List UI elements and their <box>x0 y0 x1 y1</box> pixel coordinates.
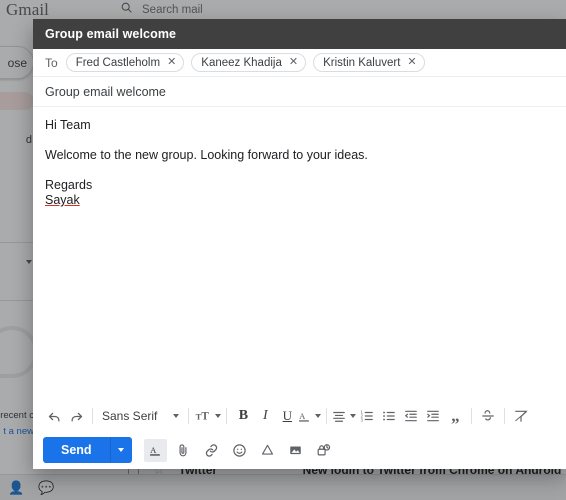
recipient-chip[interactable]: Kristin Kaluvert ✕ <box>313 53 425 72</box>
svg-text:A: A <box>299 411 306 421</box>
close-icon[interactable]: ✕ <box>407 57 416 68</box>
send-button-group: Send <box>43 437 132 463</box>
recipient-chip-label: Kaneez Khadija <box>201 56 282 69</box>
send-options-button[interactable] <box>110 437 132 463</box>
formatting-toolbar: Sans Serif T T B I U A 1 2 3 „ <box>33 401 566 431</box>
paperclip-icon[interactable] <box>172 439 195 462</box>
recipient-chip-label: Kristin Kaluvert <box>323 56 401 69</box>
font-size-selector[interactable]: T T <box>194 405 222 427</box>
font-family-label: Sans Serif <box>102 409 158 423</box>
recipient-chip[interactable]: Fred Castleholm ✕ <box>65 53 185 72</box>
svg-text:T: T <box>196 412 202 422</box>
bulleted-list-icon[interactable] <box>378 405 400 427</box>
italic-button[interactable]: I <box>254 405 276 427</box>
confidential-lock-icon[interactable] <box>312 439 335 462</box>
send-button[interactable]: Send <box>43 437 111 463</box>
compose-tools: A <box>143 438 335 462</box>
align-button[interactable] <box>332 405 357 427</box>
indent-less-icon[interactable] <box>400 405 422 427</box>
compose-title: Group email welcome <box>45 27 177 41</box>
google-drive-icon[interactable] <box>256 439 279 462</box>
chevron-down-icon <box>215 414 222 418</box>
image-icon[interactable] <box>284 439 307 462</box>
quote-icon[interactable]: „ <box>444 405 466 427</box>
body-paragraph: Welcome to the new group. Looking forwar… <box>45 148 368 162</box>
svg-text:A: A <box>150 445 157 455</box>
text-color-button[interactable]: A <box>298 405 322 427</box>
recipient-chip[interactable]: Kaneez Khadija ✕ <box>191 53 307 72</box>
redo-icon[interactable] <box>65 405 87 427</box>
remove-format-icon[interactable] <box>510 405 532 427</box>
strikethrough-icon[interactable] <box>477 405 499 427</box>
chevron-down-icon <box>315 414 322 418</box>
toolbar-divider <box>326 408 328 424</box>
bold-button[interactable]: B <box>232 405 254 427</box>
toolbar-divider <box>226 408 228 424</box>
underline-button[interactable]: U <box>276 405 298 427</box>
toolbar-divider <box>188 408 190 424</box>
compose-dialog: Group email welcome To Fred Castleholm ✕… <box>33 19 566 469</box>
toolbar-divider <box>504 408 506 424</box>
svg-text:T: T <box>202 411 210 423</box>
link-icon[interactable] <box>200 439 223 462</box>
recipient-chip-label: Fred Castleholm <box>75 56 161 69</box>
body-greeting: Hi Team <box>45 118 91 132</box>
to-label: To <box>45 55 58 70</box>
numbered-list-icon[interactable]: 1 2 3 <box>356 405 378 427</box>
recipients-row[interactable]: To Fred Castleholm ✕ Kaneez Khadija ✕ Kr… <box>33 49 566 77</box>
chevron-down-icon <box>173 414 180 418</box>
undo-icon[interactable] <box>43 405 65 427</box>
font-family-selector[interactable]: Sans Serif <box>98 405 183 427</box>
toolbar-divider <box>471 408 473 424</box>
subject-input[interactable]: Group email welcome <box>45 85 166 99</box>
send-action-bar: Send A <box>33 431 566 469</box>
indent-more-icon[interactable] <box>422 405 444 427</box>
chevron-down-icon <box>118 448 125 452</box>
close-icon[interactable]: ✕ <box>167 57 176 68</box>
body-signoff: Regards <box>45 178 93 192</box>
subject-row[interactable]: Group email welcome <box>33 77 566 107</box>
emoji-icon[interactable] <box>228 439 251 462</box>
close-icon[interactable]: ✕ <box>289 57 298 68</box>
body-signature: Sayak <box>45 193 80 207</box>
message-body-input[interactable]: Hi Team Welcome to the new group. Lookin… <box>33 107 566 401</box>
compose-title-bar[interactable]: Group email welcome <box>33 19 566 49</box>
svg-text:3: 3 <box>361 417 364 422</box>
formatting-options-icon[interactable]: A <box>143 438 167 462</box>
toolbar-divider <box>92 408 93 424</box>
